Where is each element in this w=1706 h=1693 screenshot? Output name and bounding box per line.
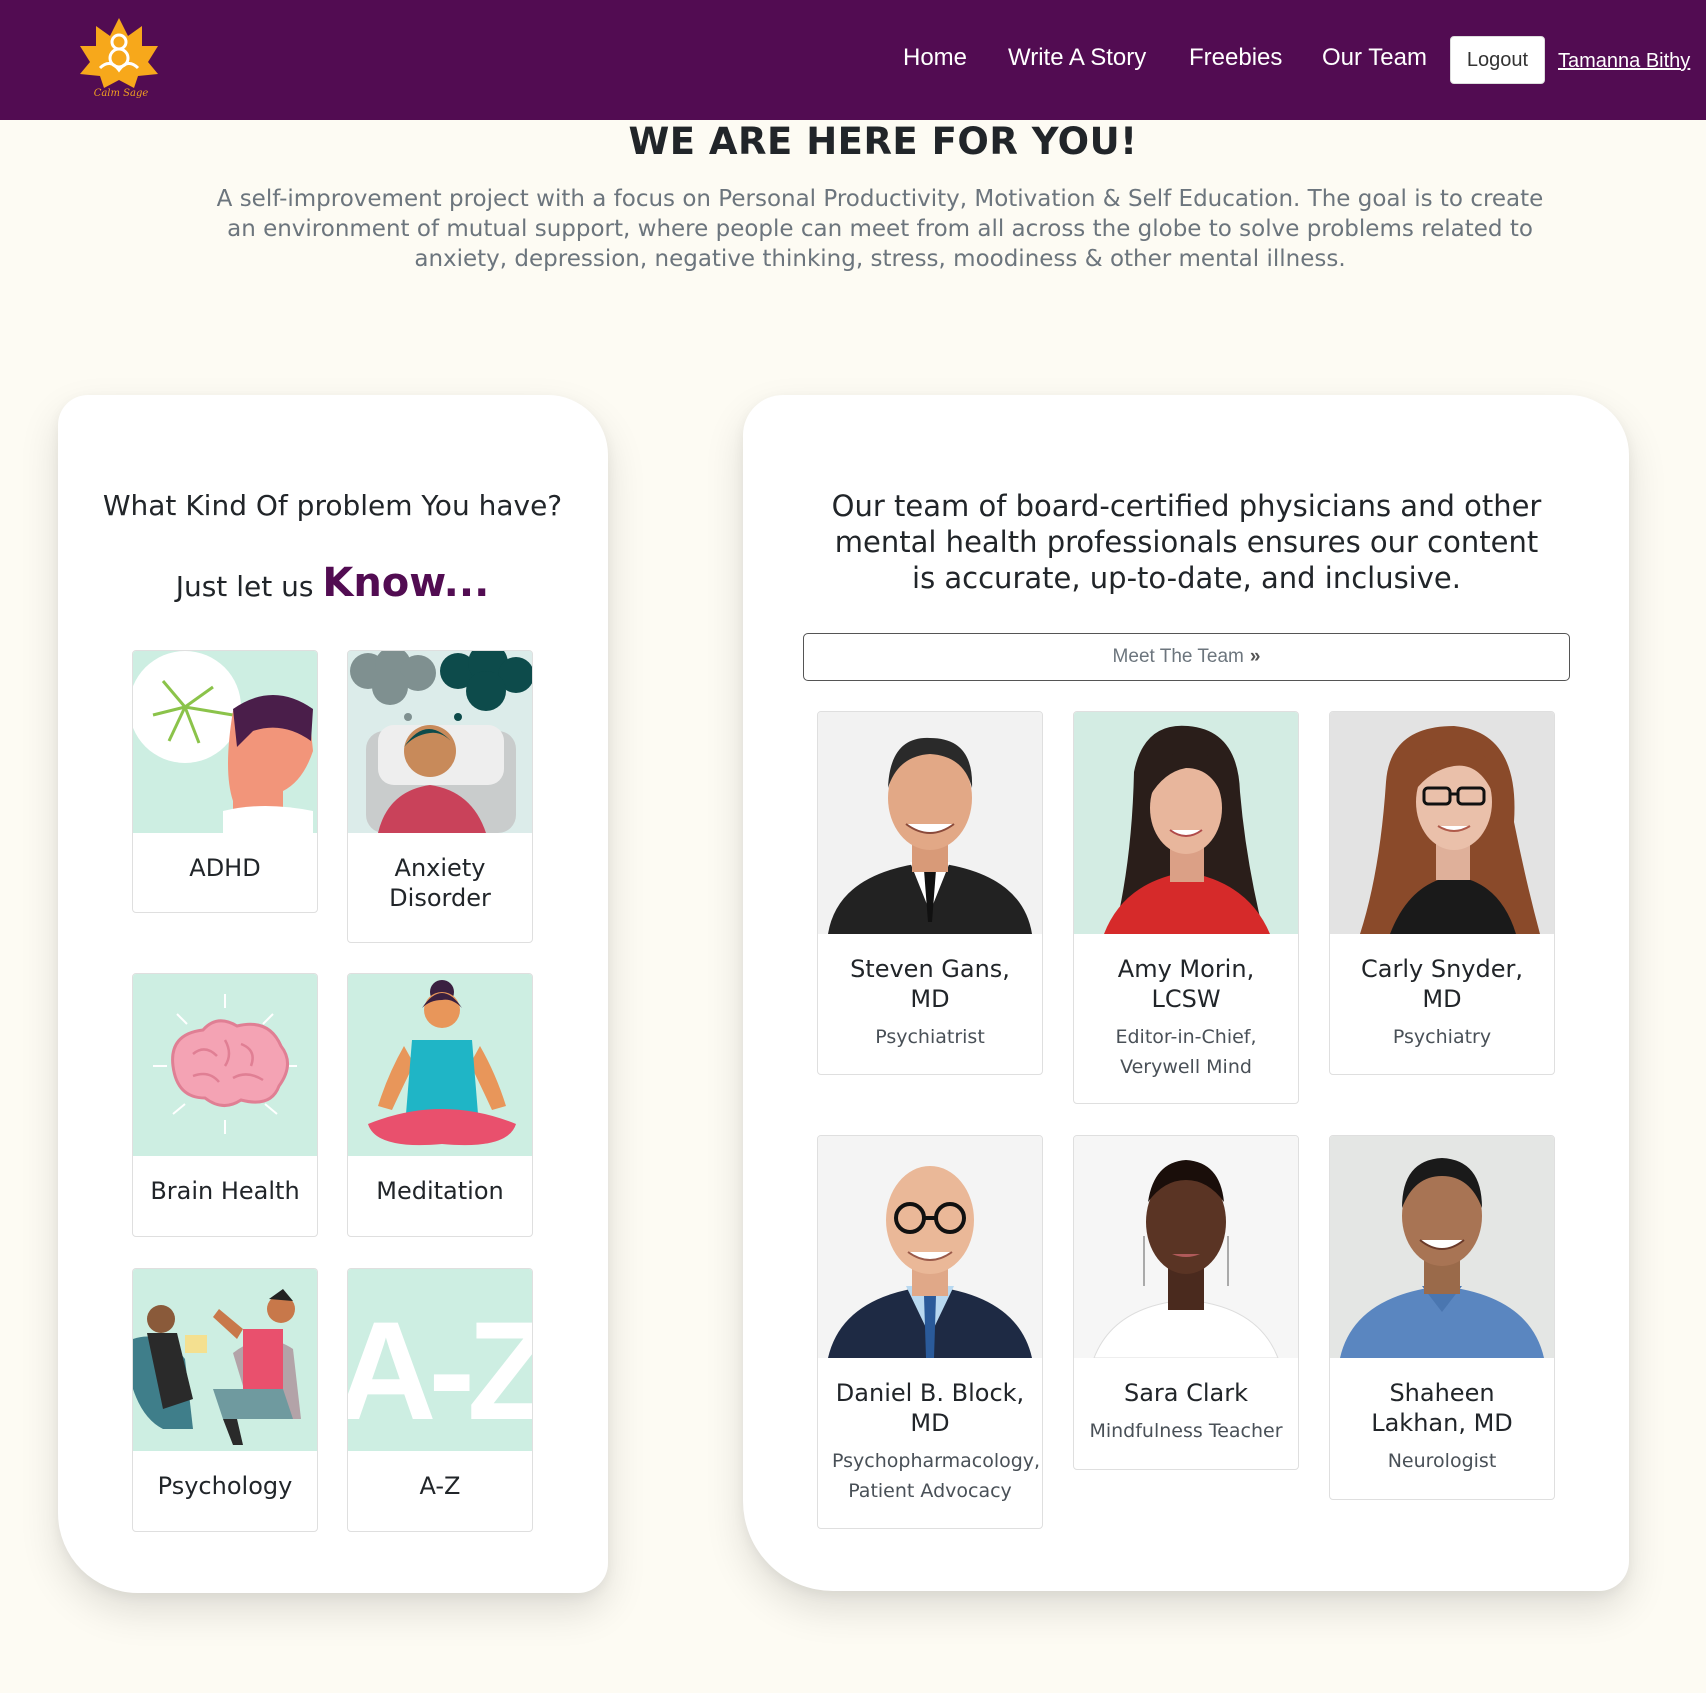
- member-photo: [1330, 712, 1554, 934]
- calm-sage-logo[interactable]: Calm Sage: [78, 14, 160, 104]
- a-z-illustration: A-Z: [348, 1269, 532, 1451]
- member-role: Mindfulness Teacher: [1089, 1420, 1283, 1442]
- logout-button[interactable]: Logout: [1450, 36, 1545, 84]
- anxiety-illustration: [348, 651, 532, 833]
- team-member-card[interactable]: Carly Snyder, MD Psychiatry: [1329, 711, 1555, 1075]
- lotus-icon: [80, 18, 158, 88]
- member-role: Psychiatry: [1392, 1026, 1492, 1048]
- page-title: WE ARE HERE FOR YOU!: [628, 120, 1138, 163]
- member-photo: [1074, 1136, 1298, 1358]
- problem-tile-a-z[interactable]: A-Z A-Z: [347, 1268, 533, 1532]
- problem-tile-meditation[interactable]: Meditation: [347, 973, 533, 1237]
- nav-freebies[interactable]: Freebies: [1189, 44, 1282, 72]
- problems-subheading: Just let us Know...: [100, 560, 565, 606]
- team-member-card[interactable]: Shaheen Lakhan, MD Neurologist: [1329, 1135, 1555, 1500]
- problem-tile-brain-health[interactable]: Brain Health: [132, 973, 318, 1237]
- navbar: Calm Sage Home Write A Story Freebies Ou…: [0, 0, 1706, 120]
- member-name: Daniel B. Block, MD: [835, 1379, 1025, 1437]
- member-photo: [1330, 1136, 1554, 1358]
- member-name: Shaheen Lakhan, MD: [1371, 1379, 1513, 1437]
- member-photo: [818, 712, 1042, 934]
- meet-label: Meet The Team: [1112, 646, 1244, 667]
- tile-label: ADHD: [189, 854, 261, 882]
- problem-tile-adhd[interactable]: ADHD: [132, 650, 318, 913]
- member-role: Neurologist: [1387, 1450, 1497, 1472]
- member-photo: [1074, 712, 1298, 934]
- member-role: Editor-in-Chief, Verywell Mind: [1115, 1026, 1257, 1078]
- member-name: Amy Morin, LCSW: [1117, 955, 1255, 1013]
- adhd-illustration: [133, 651, 317, 833]
- double-chevron-right-icon: »: [1249, 646, 1261, 667]
- meet-the-team-button[interactable]: Meet The Team »: [803, 633, 1570, 681]
- psychology-illustration: [133, 1269, 317, 1451]
- nav-our-team[interactable]: Our Team: [1322, 44, 1427, 72]
- brain-illustration: [133, 974, 317, 1156]
- nav-home[interactable]: Home: [903, 44, 967, 72]
- team-member-card[interactable]: Sara Clark Mindfulness Teacher: [1073, 1135, 1299, 1470]
- logo-text: Calm Sage: [93, 88, 149, 99]
- team-heading: Our team of board-certified physicians a…: [831, 489, 1542, 595]
- tile-label: Psychology: [157, 1472, 293, 1500]
- sub-prefix: Just let us: [175, 570, 314, 603]
- hero-description: A self-improvement project with a focus …: [216, 186, 1544, 272]
- member-name: Carly Snyder, MD: [1361, 955, 1523, 1013]
- tile-label: A-Z: [419, 1472, 461, 1500]
- tile-label: Meditation: [376, 1177, 504, 1205]
- member-role: Psychopharmacology, Patient Advocacy: [832, 1450, 1041, 1502]
- tile-label: Anxiety Disorder: [389, 854, 491, 912]
- svg-text:A-Z: A-Z: [348, 1292, 532, 1449]
- tile-label: Brain Health: [150, 1177, 300, 1205]
- problem-tile-anxiety-disorder[interactable]: Anxiety Disorder: [347, 650, 533, 943]
- nav-write-a-story[interactable]: Write A Story: [1008, 44, 1146, 72]
- team-member-card[interactable]: Daniel B. Block, MD Psychopharmacology, …: [817, 1135, 1043, 1529]
- user-profile-link[interactable]: Tamanna Bithy: [1558, 50, 1690, 73]
- know-emphasis: Know...: [322, 560, 490, 606]
- member-role: Psychiatrist: [875, 1026, 985, 1048]
- member-name: Sara Clark: [1123, 1379, 1249, 1407]
- team-member-card[interactable]: Steven Gans, MD Psychiatrist: [817, 711, 1043, 1075]
- member-name: Steven Gans, MD: [850, 955, 1010, 1013]
- team-member-card[interactable]: Amy Morin, LCSW Editor-in-Chief, Verywel…: [1073, 711, 1299, 1104]
- problems-heading: What Kind Of problem You have?: [102, 489, 563, 522]
- meditation-illustration: [348, 974, 532, 1156]
- problem-tile-psychology[interactable]: Psychology: [132, 1268, 318, 1532]
- member-photo: [818, 1136, 1042, 1358]
